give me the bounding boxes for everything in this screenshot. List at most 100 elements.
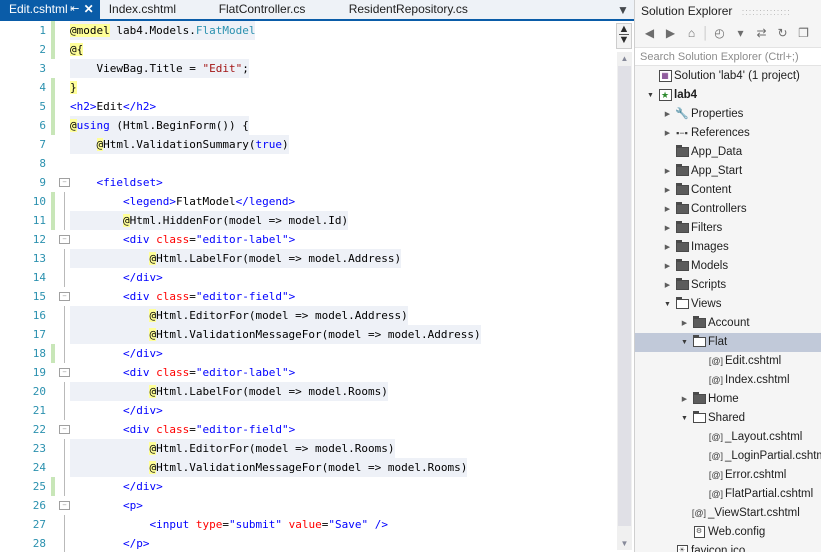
code-line[interactable]: 8: [0, 154, 616, 173]
code-line[interactable]: 4}: [0, 78, 616, 97]
tree-item-label: FlatPartial.cshtml: [725, 488, 814, 500]
folder-open-icon: [690, 333, 708, 352]
code-line[interactable]: 22− <div class="editor-field">: [0, 420, 616, 439]
panel-drag-grip[interactable]: ::::::::::::::: [742, 7, 791, 17]
tree-item-flat[interactable]: ▼ Flat: [635, 333, 821, 352]
tree-item-error-cshtml[interactable]: [@] Error.cshtml: [635, 466, 821, 485]
code-line[interactable]: 6 @using (Html.BeginForm()) {: [0, 116, 616, 135]
show-all-files-icon[interactable]: ❐: [793, 23, 814, 43]
code-line[interactable]: 21 </div>: [0, 401, 616, 420]
code-line[interactable]: 25 </div>: [0, 477, 616, 496]
tree-item-home[interactable]: ▶ Home: [635, 390, 821, 409]
scroll-down-arrow-icon[interactable]: ▼: [617, 537, 632, 550]
home-icon[interactable]: ⌂: [681, 23, 702, 43]
code-editor-surface[interactable]: 1 @model lab4.Models.FlatModel 2 @{3 ViewBa…: [0, 21, 616, 552]
code-line[interactable]: 18 </div>: [0, 344, 616, 363]
line-number: 4: [39, 81, 46, 94]
code-line[interactable]: 24 @Html.ValidationMessageFor(model => m…: [0, 458, 616, 477]
tree-item-models[interactable]: ▶ Models: [635, 257, 821, 276]
code-line[interactable]: 15− <div class="editor-field">: [0, 287, 616, 306]
expander-closed-icon[interactable]: ▶: [679, 390, 690, 409]
code-line[interactable]: 26− <p>: [0, 496, 616, 515]
pending-changes-icon[interactable]: ◴: [709, 23, 730, 43]
code-line[interactable]: 7 @Html.ValidationSummary(true): [0, 135, 616, 154]
expander-closed-icon[interactable]: ▶: [662, 276, 673, 295]
tree-item-views[interactable]: ▼ Views: [635, 295, 821, 314]
expander-open-icon[interactable]: ▼: [679, 333, 690, 352]
code-line[interactable]: 11 @Html.HiddenFor(model => model.Id): [0, 211, 616, 230]
code-line[interactable]: 20 @Html.LabelFor(model => model.Rooms): [0, 382, 616, 401]
expander-open-icon[interactable]: ▼: [679, 409, 690, 428]
editor-tab-flatcontroller-cs[interactable]: FlatController.cs: [210, 0, 340, 19]
expander-closed-icon[interactable]: ▶: [662, 162, 673, 181]
search-solution-explorer-input[interactable]: Search Solution Explorer (Ctrl+;): [635, 47, 821, 66]
code-line[interactable]: 17 @Html.ValidationMessageFor(model => m…: [0, 325, 616, 344]
code-line[interactable]: 13 @Html.LabelFor(model => model.Address…: [0, 249, 616, 268]
expander-closed-icon[interactable]: ▶: [662, 219, 673, 238]
sync-with-active-document-icon[interactable]: ⇄: [751, 23, 772, 43]
code-line[interactable]: 1 @model lab4.Models.FlatModel: [0, 21, 616, 40]
tree-item--layout-cshtml[interactable]: [@] _Layout.cshtml: [635, 428, 821, 447]
tree-item-flatpartial-cshtml[interactable]: [@] FlatPartial.cshtml: [635, 485, 821, 504]
expander-closed-icon[interactable]: ▶: [662, 124, 673, 143]
code-line[interactable]: 28 </p>: [0, 534, 616, 552]
code-line[interactable]: 2 @{: [0, 40, 616, 59]
expander-closed-icon[interactable]: ▶: [662, 200, 673, 219]
back-arrow-icon[interactable]: ◀: [639, 23, 660, 43]
editor-tab-index-cshtml[interactable]: Index.cshtml: [100, 0, 210, 19]
editor-vertical-scrollbar[interactable]: ▲ ▼: [617, 52, 632, 550]
tree-item-solution-lab4-1-project-[interactable]: ▦ Solution 'lab4' (1 project): [635, 67, 821, 86]
tree-item-content[interactable]: ▶ Content: [635, 181, 821, 200]
expander-closed-icon[interactable]: ▶: [662, 181, 673, 200]
tree-item-app-start[interactable]: ▶ App_Start: [635, 162, 821, 181]
tree-item-favicon-ico[interactable]: ☀ favicon.ico: [635, 542, 821, 552]
tree-item-edit-cshtml[interactable]: [@] Edit.cshtml: [635, 352, 821, 371]
tree-item-references[interactable]: ▶ ▪−▪ References: [635, 124, 821, 143]
scroll-up-arrow-icon[interactable]: ▲: [617, 52, 632, 65]
code-line[interactable]: 27 <input type="submit" value="Save" />: [0, 515, 616, 534]
editor-tab-edit-cshtml[interactable]: Edit.cshtml ⇤ ✕: [0, 0, 100, 19]
code-line[interactable]: 5 <h2>Edit</h2>: [0, 97, 616, 116]
code-line[interactable]: 23 @Html.EditorFor(model => model.Rooms): [0, 439, 616, 458]
expander-open-icon[interactable]: ▼: [645, 86, 656, 105]
tree-item-index-cshtml[interactable]: [@] Index.cshtml: [635, 371, 821, 390]
tree-item--viewstart-cshtml[interactable]: [@] _ViewStart.cshtml: [635, 504, 821, 523]
solution-tree[interactable]: ▦ Solution 'lab4' (1 project) ▼ ★ lab4 ▶ 🔧 Prop…: [635, 67, 821, 552]
tree-item-account[interactable]: ▶ Account: [635, 314, 821, 333]
expander-closed-icon[interactable]: ▶: [679, 314, 690, 333]
tree-item-filters[interactable]: ▶ Filters: [635, 219, 821, 238]
code-line[interactable]: 9− <fieldset>: [0, 173, 616, 192]
code-line[interactable]: 14 </div>: [0, 268, 616, 287]
tree-item-lab4[interactable]: ▼ ★ lab4: [635, 86, 821, 105]
code-token: Html.LabelFor(model => model.Rooms): [156, 385, 388, 398]
scrollbar-thumb[interactable]: [618, 66, 631, 526]
code-line[interactable]: 3 ViewBag.Title = "Edit";: [0, 59, 616, 78]
tree-item-app-data[interactable]: App_Data: [635, 143, 821, 162]
line-number: 20: [32, 385, 46, 398]
tree-item-scripts[interactable]: ▶ Scripts: [635, 276, 821, 295]
code-line[interactable]: 10 <legend>FlatModel</legend>: [0, 192, 616, 211]
refresh-icon[interactable]: ↻: [772, 23, 793, 43]
tab-overflow-chevron-down-icon[interactable]: ▼: [614, 1, 632, 19]
tree-item--loginpartial-cshtml[interactable]: [@] _LoginPartial.cshtml: [635, 447, 821, 466]
close-icon[interactable]: ✕: [82, 0, 96, 19]
code-token: <div: [122, 233, 157, 246]
code-line[interactable]: 16 @Html.EditorFor(model => model.Addres…: [0, 306, 616, 325]
expander-closed-icon[interactable]: ▶: [662, 105, 673, 124]
tree-item-web-config[interactable]: ⚙ Web.config: [635, 523, 821, 542]
forward-arrow-icon[interactable]: ▶: [660, 23, 681, 43]
expander-open-icon[interactable]: ▼: [662, 295, 673, 314]
code-line[interactable]: 19− <div class="editor-label">: [0, 363, 616, 382]
pin-icon[interactable]: ⇤: [68, 0, 82, 19]
expander-closed-icon[interactable]: ▶: [662, 257, 673, 276]
tree-item-controllers[interactable]: ▶ Controllers: [635, 200, 821, 219]
tree-item-shared[interactable]: ▼ Shared: [635, 409, 821, 428]
chevron-down-icon[interactable]: ▾: [730, 23, 751, 43]
expander-closed-icon[interactable]: ▶: [662, 238, 673, 257]
tree-item-properties[interactable]: ▶ 🔧 Properties: [635, 105, 821, 124]
editor-tab-residentrepository-cs[interactable]: ResidentRepository.cs: [340, 0, 477, 19]
tree-item-images[interactable]: ▶ Images: [635, 238, 821, 257]
code-line[interactable]: 12− <div class="editor-label">: [0, 230, 616, 249]
split-view-button[interactable]: ▲ ▼: [616, 23, 632, 49]
